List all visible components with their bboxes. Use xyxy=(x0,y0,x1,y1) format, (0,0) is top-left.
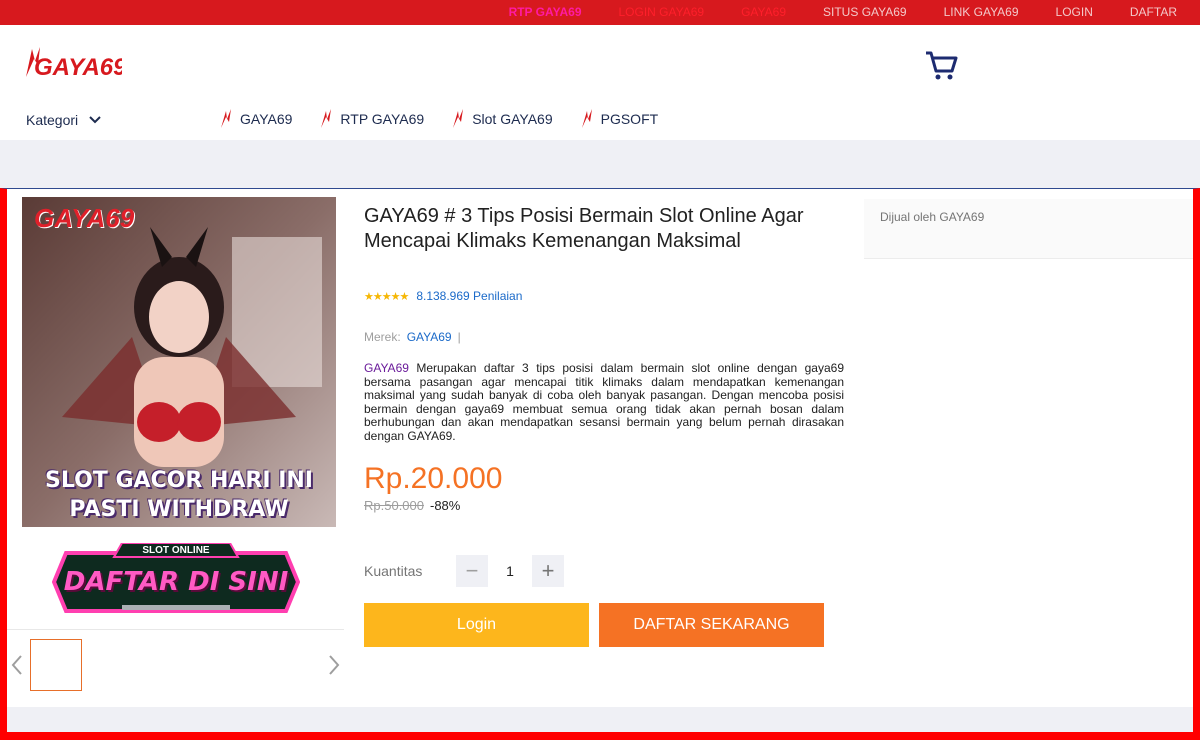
quantity-label: Kuantitas xyxy=(364,563,423,579)
description-keyword: GAYA69 xyxy=(364,361,409,375)
topbar-link-gaya69[interactable]: GAYA69 xyxy=(741,0,786,25)
nav-item-label: RTP GAYA69 xyxy=(340,111,425,127)
quantity-stepper: − 1 + xyxy=(456,555,564,587)
topbar-link-login[interactable]: LOGIN xyxy=(1056,0,1093,25)
original-price-row: Rp.50.000 -88% xyxy=(364,498,460,513)
topbar-link-login-gaya69[interactable]: LOGIN GAYA69 xyxy=(619,0,705,25)
quantity-value[interactable]: 1 xyxy=(488,563,532,579)
gaya-logo-icon xyxy=(453,109,464,128)
original-price: Rp.50.000 xyxy=(364,498,424,513)
description-text: Merupakan daftar 3 tips posisi dalam ber… xyxy=(364,361,844,443)
login-button[interactable]: Login xyxy=(364,603,589,647)
topbar-link-rtp-gaya69[interactable]: RTP GAYA69 xyxy=(509,0,582,25)
top-bar: RTP GAYA69 LOGIN GAYA69 GAYA69 SITUS GAY… xyxy=(0,0,1200,25)
header: GAYA69 Kategori GAYA69 RTP GAYA69 Slot G… xyxy=(0,25,1200,140)
chevron-left-icon[interactable] xyxy=(10,653,24,677)
chevron-down-icon xyxy=(89,116,101,124)
brand-link[interactable]: GAYA69 xyxy=(407,330,452,344)
product-title: GAYA69 # 3 Tips Posisi Bermain Slot Onli… xyxy=(364,205,804,252)
cart-icon[interactable] xyxy=(924,49,958,81)
brand-label: Merek: xyxy=(364,330,401,344)
category-nav: GAYA69 RTP GAYA69 Slot GAYA69 PGSOFT xyxy=(218,108,658,130)
daftar-sekarang-button[interactable]: DAFTAR SEKARANG xyxy=(599,603,824,647)
nav-item-label: GAYA69 xyxy=(240,111,293,127)
product-description: GAYA69 Merupakan daftar 3 tips posisi da… xyxy=(364,361,844,444)
topbar-link-situs-gaya69[interactable]: SITUS GAYA69 xyxy=(823,0,907,25)
banner-line-1: SLOT GACOR HARI INI xyxy=(45,468,313,493)
nav-item-label: PGSOFT xyxy=(600,111,659,127)
chevron-right-icon[interactable] xyxy=(327,653,341,677)
gaya-logo-icon xyxy=(581,109,592,128)
brand-separator: | xyxy=(457,330,461,344)
topbar-link-daftar[interactable]: DAFTAR xyxy=(1130,0,1177,25)
nav-item-pgsoft[interactable]: PGSOFT xyxy=(579,108,659,130)
daftar-di-sini-banner[interactable]: SLOT ONLINE DAFTAR DI SINI xyxy=(51,542,301,621)
brand-row: Merek: GAYA69 | xyxy=(364,330,461,344)
rating-row: ★★★★★ 8.138.969 Penilaian xyxy=(364,289,522,303)
quantity-increase-button[interactable]: + xyxy=(532,555,564,587)
site-logo[interactable]: GAYA69 xyxy=(22,43,122,83)
gaya-logo-icon xyxy=(221,109,231,128)
kategori-dropdown[interactable]: Kategori xyxy=(26,112,102,128)
rating-count-link[interactable]: 8.138.969 Penilaian xyxy=(416,289,522,303)
product-main-image[interactable]: GAYA69 SLOT GACOR HARI INI PASTI WITHDRA… xyxy=(22,197,336,527)
nav-item-gaya69[interactable]: GAYA69 xyxy=(218,108,292,130)
discount-percent: -88% xyxy=(430,498,461,513)
topbar-link-link-gaya69[interactable]: LINK GAYA69 xyxy=(944,0,1019,25)
thumbnail-selected[interactable] xyxy=(30,639,82,691)
current-price: Rp.20.000 xyxy=(364,462,503,495)
nav-item-slot-gaya69[interactable]: Slot GAYA69 xyxy=(450,108,553,130)
seller-info: Dijual oleh GAYA69 xyxy=(864,199,1193,259)
cta-top-label: SLOT ONLINE xyxy=(142,545,210,556)
gray-band xyxy=(0,140,1200,188)
quantity-decrease-button[interactable]: − xyxy=(456,555,488,587)
nav-item-label: Slot GAYA69 xyxy=(472,111,553,127)
seller-text: Dijual oleh GAYA69 xyxy=(880,210,985,224)
kategori-label: Kategori xyxy=(26,112,79,128)
gaya-logo-icon xyxy=(321,109,332,128)
banner-line-2: PASTI WITHDRAW xyxy=(69,497,289,522)
bottom-gray-band xyxy=(7,707,1193,732)
star-rating-icon: ★★★★★ xyxy=(364,290,409,303)
thumbnail-divider xyxy=(7,629,344,630)
cta-main-label: DAFTAR DI SINI xyxy=(63,567,289,597)
nav-item-rtp-gaya69[interactable]: RTP GAYA69 xyxy=(318,108,424,130)
banner-logo: GAYA69 xyxy=(34,203,135,233)
svg-text:GAYA69: GAYA69 xyxy=(34,54,122,81)
